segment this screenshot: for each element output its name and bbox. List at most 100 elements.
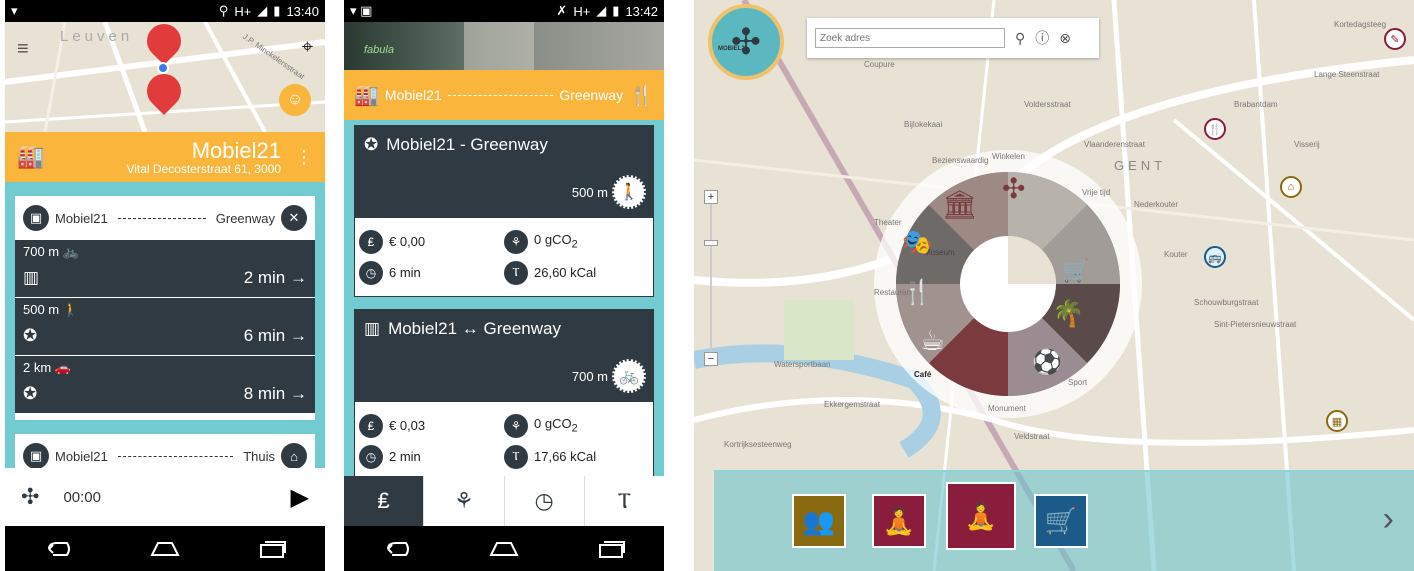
star-icon: ✪ [364, 135, 379, 154]
recents-icon[interactable] [257, 539, 287, 559]
zoom-slider-handle[interactable] [704, 240, 718, 246]
route-card-thuis[interactable]: ▣ Mobiel21 Thuis ⌂ [15, 434, 315, 468]
phone-screen-route-detail: ▾ ▣ ✗ H+ ◢ ▮ 13:42 fabula 🏭 Mobiel21 Gre… [344, 0, 664, 571]
category-wellness-active-button[interactable]: 🧘 [946, 482, 1016, 550]
bike-icon: 🚲 [612, 359, 646, 393]
close-icon[interactable]: ⊗ [1059, 30, 1071, 47]
route-from: Mobiel21 [384, 87, 442, 103]
route-card-bike[interactable]: ▥ Mobiel21 ↔ Greenway 700 m 🚲 ₤ € 0,03 ⚘ 0 g… [354, 309, 654, 476]
location-address: Vital Decosterstraat 61, 3000 [126, 162, 281, 176]
battery-icon: ▮ [612, 3, 620, 18]
route-card-walk[interactable]: ✪ Mobiel21 - Greenway 500 m 🚶 ₤ € 0,00 ⚘ 0 g… [354, 125, 654, 297]
piggy-bank-icon: ₤ [359, 413, 383, 438]
logo-text: MOBIEL21 [718, 46, 749, 52]
zoom-control: + − [704, 190, 718, 368]
route-to: Thuis [243, 448, 275, 464]
web-map-view[interactable]: Watersportbaan Schouwburgstraat Volderss… [694, 0, 1414, 571]
zoom-out-button[interactable]: − [704, 352, 718, 366]
route-option-car[interactable]: 2 km 🚗 ✪ 8 min → [15, 356, 315, 414]
menu-icon[interactable]: ≡ [17, 38, 29, 61]
status-bar: ▾ ▣ ✗ H+ ◢ ▮ 13:42 [344, 0, 664, 22]
wheel-label: Café [914, 370, 932, 379]
restaurant-poi-icon[interactable]: 🍴 [1204, 118, 1226, 140]
street-label: Veldstraat [1014, 432, 1050, 441]
route-card-greenway[interactable]: ▣ Mobiel21 Greenway ✕ 700 m 🚲 ▥ 2 min → 5… [15, 196, 315, 420]
co2-icon: ⚘ [504, 413, 528, 438]
clock: 13:42 [625, 3, 658, 19]
tab-cost[interactable]: ₤ [344, 476, 425, 526]
android-nav-bar [344, 526, 664, 571]
add-poi-button[interactable]: ☺ [279, 84, 311, 116]
tab-time[interactable]: ◷ [505, 476, 585, 526]
stopwatch-icon: ◷ [359, 260, 383, 285]
home-icon[interactable] [487, 539, 521, 559]
search-icon[interactable]: ⚲ [1015, 30, 1025, 47]
walk-icon: 🚶 [62, 302, 79, 317]
chevron-right-icon[interactable]: › [1383, 500, 1394, 539]
category-people-button[interactable]: 👥 [792, 494, 846, 548]
wheel-label: Monument [988, 404, 1026, 413]
piggy-bank-icon: ₤ [377, 488, 390, 513]
back-icon[interactable] [43, 539, 73, 559]
art-poi-icon[interactable]: ✎ [1384, 28, 1406, 50]
search-input[interactable] [815, 28, 1005, 48]
star-icon: ✪ [23, 326, 38, 345]
zoom-track[interactable] [710, 200, 712, 360]
route-cards: ✪ Mobiel21 - Greenway 500 m 🚶 ₤ € 0,00 ⚘ 0 g… [344, 120, 664, 476]
map-view[interactable]: Leuven J.P. Minckelersstraat ≡ ⌖ ☺ [5, 22, 325, 132]
audio-player: ✣ 00:00 ▶ [5, 468, 325, 526]
play-button[interactable]: ▶ [291, 483, 309, 512]
route-option-walk[interactable]: 500 m 🚶 ✪ 6 min → [15, 298, 315, 356]
card-cost: € 0,00 [389, 234, 426, 249]
wifi-icon: ▾ [350, 3, 357, 18]
arrow-right-icon: → [290, 384, 307, 403]
category-wellness-button[interactable]: 🧘 [872, 494, 926, 548]
signpost-icon[interactable]: ✣ [1002, 172, 1025, 205]
piggy-bank-icon: ₤ [359, 229, 383, 254]
option-distance: 700 m [23, 244, 60, 259]
option-duration: 8 min [243, 384, 286, 403]
leisure-icon[interactable]: 🌴 [1052, 298, 1084, 329]
card-time: 6 min [389, 265, 421, 280]
tab-co2[interactable]: ⚘ [424, 476, 505, 526]
android-nav-bar [5, 526, 325, 571]
route-option-bike[interactable]: 700 m 🚲 ▥ 2 min → [15, 240, 315, 298]
image-icon: ▣ [360, 3, 373, 18]
museum-icon[interactable]: 🏛 [942, 188, 978, 221]
gps-target-icon[interactable]: ⌖ [302, 36, 313, 59]
street-label: Sint-Pietersnieuwstraat [1214, 320, 1297, 329]
sport-icon[interactable]: ⚽ [1032, 348, 1062, 377]
route-list: ▣ Mobiel21 Greenway ✕ 700 m 🚲 ▥ 2 min → 5… [5, 182, 325, 468]
app-logo[interactable]: ✣ [708, 4, 784, 80]
theater-icon[interactable]: 🎭 [902, 228, 932, 257]
tab-kcal[interactable]: Ⲧ [585, 476, 664, 526]
bus-poi-icon[interactable]: 🚌 [1204, 246, 1226, 268]
cafe-icon[interactable]: ☕ [920, 324, 945, 357]
back-icon[interactable] [382, 539, 412, 559]
kcal-icon: Ⲧ [504, 444, 528, 469]
info-icon[interactable]: ⓘ [1035, 28, 1049, 48]
bluetooth-icon: ✗ [556, 3, 568, 18]
wheel-label: Sport [1068, 378, 1088, 387]
option-duration: 6 min [243, 326, 286, 345]
building [464, 22, 534, 70]
signpost-icon: ✣ [21, 484, 40, 509]
location-header[interactable]: 🏭 Mobiel21 Vital Decosterstraat 61, 3000… [5, 132, 325, 182]
category-shopping-button[interactable]: 🛒 [1034, 494, 1088, 548]
category-wheel[interactable]: Winkelen Vrije tijd Theater Bezienswaard… [872, 148, 1144, 420]
restaurant-icon[interactable]: 🍴 [902, 278, 932, 307]
recents-icon[interactable] [596, 539, 626, 559]
building-poi-icon[interactable]: ▦ [1326, 410, 1348, 432]
card-distance: 500 m [571, 184, 608, 200]
card-time: 2 min [389, 449, 421, 464]
shopping-icon[interactable]: 🛒 [1062, 258, 1089, 284]
street-label: Coupure [864, 60, 895, 69]
people-icon: 👥 [802, 505, 836, 536]
street-label: Brabantdam [1234, 100, 1278, 109]
more-vert-icon[interactable]: ⋮ [295, 147, 313, 168]
sort-tabs: ₤ ⚘ ◷ Ⲧ [344, 476, 664, 526]
zoom-in-button[interactable]: + [704, 190, 718, 204]
clock: 13:40 [286, 3, 319, 19]
home-icon[interactable] [148, 539, 182, 559]
home-poi-icon[interactable]: ⌂ [1280, 176, 1302, 198]
